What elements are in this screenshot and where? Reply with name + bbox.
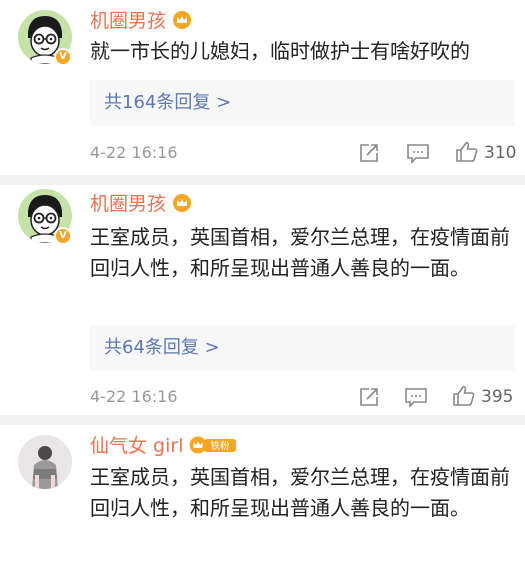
crown-badge-icon	[173, 194, 192, 212]
username-text[interactable]: 机圈男孩	[90, 193, 166, 215]
comment-text: 就一市长的儿媳妇，临时做护士有啥好吹的	[90, 39, 470, 63]
timestamp: 4-22 16:16	[90, 143, 178, 162]
comment-item: V 机圈男孩 王室成员，英国首相，爱尔兰总理，在疫情面前回归人性，和所呈现出普通…	[0, 185, 525, 415]
replies-box[interactable]: 共164条回复 >	[90, 80, 515, 126]
verified-v-icon: V	[54, 227, 72, 245]
username[interactable]: 仙气女 girl 铁粉	[90, 433, 237, 459]
comment-text: 王室成员，英国首相，爱尔兰总理，在疫情面前回归人性，和所呈现出普通人善良的一面。	[90, 465, 510, 520]
comment-item: 仙气女 girl 铁粉 王室成员，英国首相，爱尔兰总理，在疫情面前回归人性，和所呈…	[0, 425, 525, 562]
replies-link[interactable]: 共164条回复 >	[104, 80, 231, 126]
fan-badge-label: 铁粉	[211, 440, 231, 452]
crown-badge-icon	[173, 11, 192, 29]
divider	[0, 415, 525, 425]
comment-item: V 机圈男孩 就一市长的儿媳妇，临时做护士有啥好吹的 共164条回复 > 4-2…	[0, 0, 525, 175]
share-icon[interactable]	[358, 386, 380, 408]
username[interactable]: 机圈男孩	[90, 8, 192, 34]
replies-link[interactable]: 共64条回复 >	[104, 325, 220, 371]
like-count: 310	[484, 143, 517, 163]
divider	[0, 175, 525, 185]
comment-icon[interactable]	[404, 386, 428, 408]
like-count: 395	[481, 387, 514, 407]
comment-text: 王室成员，英国首相，爱尔兰总理，在疫情面前回归人性，和所呈现出普通人善良的一面。	[90, 225, 510, 280]
verified-v-icon: V	[54, 48, 72, 66]
fan-badge-icon: 铁粉	[189, 436, 237, 454]
thumbs-up-icon[interactable]	[455, 140, 479, 164]
replies-box[interactable]: 共64条回复 >	[90, 325, 515, 371]
avatar[interactable]	[18, 435, 72, 489]
timestamp: 4-22 16:16	[90, 387, 178, 406]
username[interactable]: 机圈男孩	[90, 191, 192, 217]
comment-icon[interactable]	[406, 142, 430, 164]
username-text[interactable]: 机圈男孩	[90, 10, 166, 32]
username-text[interactable]: 仙气女 girl	[90, 435, 183, 457]
thumbs-up-icon[interactable]	[452, 384, 476, 408]
share-icon[interactable]	[358, 142, 380, 164]
